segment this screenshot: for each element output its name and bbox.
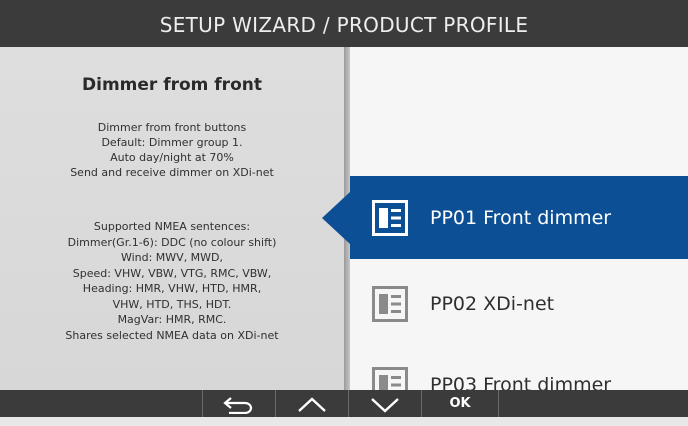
up-button[interactable]	[276, 390, 348, 417]
nmea-line: Supported NMEA sentences:	[93, 220, 251, 233]
back-arrow-icon	[223, 396, 253, 414]
selection-pointer	[322, 192, 350, 244]
description-line: Dimmer from front buttons	[97, 121, 247, 134]
chevron-up-icon	[298, 396, 326, 412]
ok-button[interactable]: OK	[422, 390, 498, 417]
chevron-down-icon	[371, 397, 399, 413]
nmea-line: Heading: HMR, VHW, HTD, HMR,	[82, 282, 262, 295]
nmea-line: Dimmer(Gr.1-6): DDC (no colour shift)	[67, 235, 277, 249]
nmea-line: Shares selected NMEA data on XDi-net	[65, 328, 279, 342]
ok-label: OK	[449, 396, 471, 411]
profile-item-pp02[interactable]: PP02 XDi-net	[350, 262, 688, 345]
down-button[interactable]	[349, 390, 421, 417]
toolbar-separator	[498, 390, 499, 417]
profile-card-icon	[372, 285, 408, 322]
profile-card-icon	[372, 199, 408, 236]
profile-label: PP02 XDi-net	[430, 292, 555, 315]
nmea-line: Speed: VHW, VBW, VTG, RMC, VBW,	[72, 266, 272, 280]
page-title: SETUP WIZARD / PRODUCT PROFILE	[0, 0, 688, 47]
description-line: Default: Dimmer group 1.	[101, 136, 243, 149]
bottom-toolbar: OK	[0, 390, 688, 417]
nmea-sentences: Supported NMEA sentences: Dimmer(Gr.1-6)…	[0, 219, 344, 343]
nmea-line: MagVar: HMR, RMC.	[117, 313, 227, 326]
profile-description: Dimmer from front buttons Default: Dimme…	[0, 120, 344, 180]
profile-item-pp01[interactable]: PP01 Front dimmer	[350, 176, 688, 259]
back-button[interactable]	[203, 390, 275, 417]
profile-label: PP01 Front dimmer	[430, 206, 612, 229]
profile-details-heading: Dimmer from front	[82, 75, 262, 95]
nmea-line: VHW, HTD, THS, HDT.	[112, 297, 232, 311]
nmea-line: Wind: MWV, MWD,	[120, 251, 224, 264]
description-line: Auto day/night at 70%	[110, 151, 234, 164]
description-line: Send and receive dimmer on XDi-net	[70, 166, 274, 179]
